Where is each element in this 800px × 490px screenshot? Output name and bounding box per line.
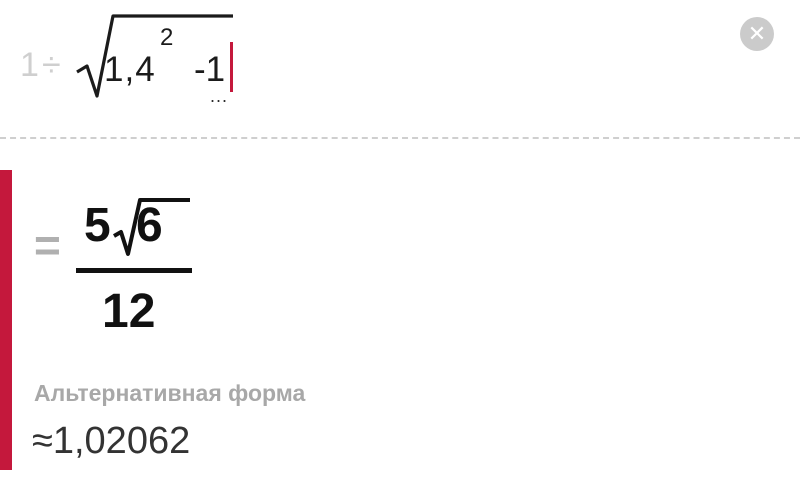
clear-icon: ✕ — [747, 21, 767, 46]
radicand-base: 1,4 — [104, 50, 156, 89]
numerator-radicand: 6 — [136, 199, 163, 252]
numerator-coefficient: 5 — [84, 199, 111, 252]
expr-numerator-one: 1 — [20, 46, 39, 84]
approximate-value[interactable]: ≈1,02062 — [32, 420, 190, 463]
denominator: 12 — [102, 285, 156, 338]
radicand-exponent: 2 — [160, 24, 174, 51]
fraction-bar — [76, 268, 192, 273]
divide-sign: ÷ — [42, 46, 61, 84]
equals-sign: = — [34, 219, 61, 271]
result-fraction: 5 6 12 — [74, 196, 194, 341]
result-accent-bar — [0, 170, 12, 470]
alternative-form-label: Альтернативная форма — [34, 380, 306, 406]
section-divider — [0, 137, 800, 139]
text-caret — [230, 42, 233, 92]
clear-button[interactable]: ✕ — [740, 17, 774, 51]
radicand-minus-one: -1 — [194, 50, 226, 89]
expression-input-area[interactable]: 1 ÷ 1,4 2 -1 ... ✕ — [0, 0, 800, 130]
placeholder-dots: ... — [210, 86, 229, 106]
